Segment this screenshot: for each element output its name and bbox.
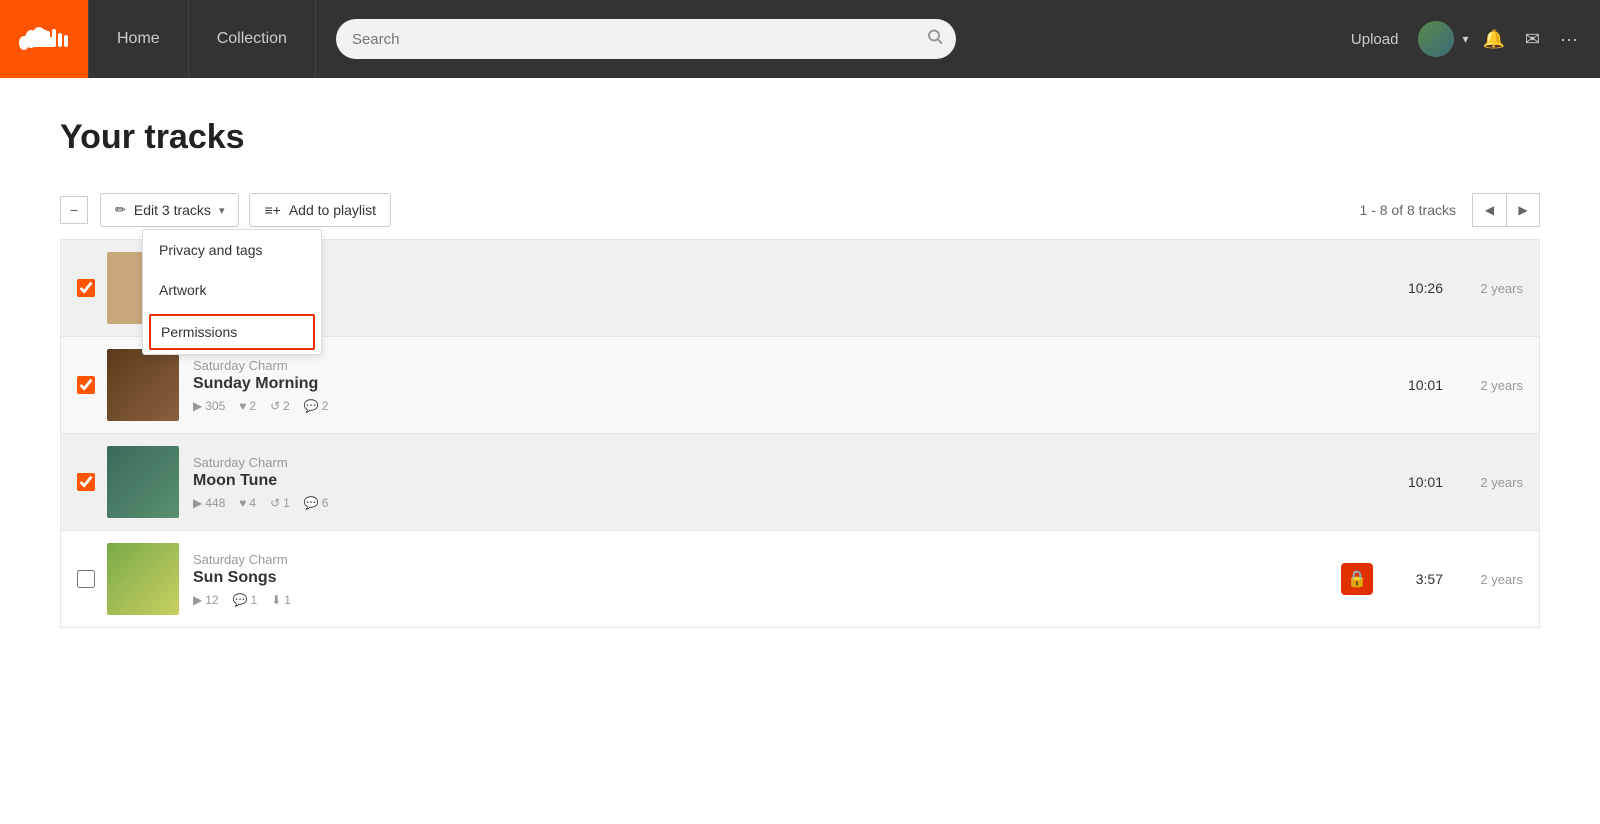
table-row: Saturday Charm Sun Songs ▶ 12 💬 1 ⬇ 1 — [61, 531, 1539, 627]
more-options-icon[interactable]: ··· — [1554, 29, 1584, 50]
track-stats-4: ▶ 12 💬 1 ⬇ 1 — [193, 593, 1341, 607]
track-checkbox-3[interactable] — [77, 473, 95, 491]
avatar-image — [1418, 21, 1454, 57]
stat-plays-2: ▶ 305 — [193, 399, 225, 413]
stat-plays-3: ▶ 448 — [193, 496, 225, 510]
edit-tracks-label: Edit 3 tracks — [134, 202, 211, 218]
track-age-3: 2 years — [1463, 475, 1523, 490]
track-artist-3: Saturday Charm — [193, 455, 1393, 470]
collapse-button[interactable]: − — [60, 196, 88, 224]
page-title: Your tracks — [60, 118, 1540, 157]
heart-icon: ♥ — [239, 399, 246, 413]
main-content: Your tracks − ✏ Edit 3 tracks ▾ Privacy … — [0, 78, 1600, 668]
track-info-4: Saturday Charm Sun Songs ▶ 12 💬 1 ⬇ 1 — [193, 552, 1341, 607]
edit-tracks-button[interactable]: ✏ Edit 3 tracks ▾ — [100, 193, 239, 227]
track-duration-1: 10:26 — [1393, 280, 1443, 296]
track-title-2: Sunday Morning — [193, 375, 1393, 393]
add-playlist-icon: ≡+ — [264, 202, 280, 218]
track-artist-1: Saturday Charm — [193, 271, 1393, 286]
add-to-playlist-button[interactable]: ≡+ Add to playlist — [249, 193, 391, 227]
track-age-1: 2 years — [1463, 281, 1523, 296]
comment-icon: 💬 — [233, 593, 248, 607]
play-icon: ▶ — [193, 399, 202, 413]
stat-likes-2: ♥ 2 — [239, 399, 256, 413]
next-page-button[interactable]: ▶ — [1506, 193, 1540, 227]
search-area — [336, 19, 1319, 59]
stat-comments-4: 💬 1 — [233, 593, 258, 607]
edit-tracks-dropdown: Privacy and tags Artwork Permissions — [142, 229, 322, 355]
track-age-4: 2 years — [1463, 572, 1523, 587]
pencil-icon: ✏ — [115, 202, 126, 218]
nav-home[interactable]: Home — [88, 0, 189, 78]
stat-reposts-2: ↺ 2 — [270, 399, 290, 413]
track-count-info: 1 - 8 of 8 tracks — [1360, 202, 1456, 218]
nav-collection[interactable]: Collection — [189, 0, 316, 78]
track-artist-4: Saturday Charm — [193, 552, 1341, 567]
track-duration-4: 3:57 — [1393, 571, 1443, 587]
comment-icon: 💬 — [304, 496, 319, 510]
edit-tracks-chevron-icon: ▾ — [219, 204, 225, 217]
header: Home Collection Upload ▾ 🔔 ✉ ··· — [0, 0, 1600, 78]
track-checkbox-4[interactable] — [77, 570, 95, 588]
track-title-3: Moon Tune — [193, 472, 1393, 490]
track-stats-2: ▶ 305 ♥ 2 ↺ 2 💬 2 — [193, 399, 1393, 413]
search-input[interactable] — [336, 19, 956, 59]
track-checkbox-2[interactable] — [77, 376, 95, 394]
repost-icon: ↺ — [270, 496, 280, 510]
play-icon: ▶ — [193, 593, 202, 607]
stat-comments-2: 💬 2 — [304, 399, 329, 413]
add-to-playlist-label: Add to playlist — [289, 202, 376, 218]
stat-comments-3: 💬 6 — [304, 496, 329, 510]
track-stats-3: ▶ 448 ♥ 4 ↺ 1 💬 6 — [193, 496, 1393, 510]
avatar-chevron-icon[interactable]: ▾ — [1462, 32, 1468, 46]
search-button[interactable] — [926, 28, 944, 51]
soundcloud-logo-icon — [18, 25, 70, 53]
track-age-2: 2 years — [1463, 378, 1523, 393]
stat-likes-3: ♥ 4 — [239, 496, 256, 510]
heart-icon: ♥ — [239, 496, 246, 510]
stat-reposts-3: ↺ 1 — [270, 496, 290, 510]
track-thumbnail-3 — [107, 446, 179, 518]
comment-icon: 💬 — [304, 399, 319, 413]
stat-downloads-4: ⬇ 1 — [271, 593, 291, 607]
prev-page-button[interactable]: ◀ — [1472, 193, 1506, 227]
toolbar: − ✏ Edit 3 tracks ▾ Privacy and tags Art… — [60, 193, 1540, 227]
track-info-3: Saturday Charm Moon Tune ▶ 448 ♥ 4 ↺ 1 — [193, 455, 1393, 510]
notification-bell-icon[interactable]: 🔔 — [1477, 29, 1511, 50]
track-duration-2: 10:01 — [1393, 377, 1443, 393]
track-artist-2: Saturday Charm — [193, 358, 1393, 373]
table-row: Saturday Charm Moon Tune ▶ 448 ♥ 4 ↺ 1 — [61, 434, 1539, 531]
track-stats-1: ↺ 1 💬 5 — [193, 292, 1393, 306]
track-thumbnail-4 — [107, 543, 179, 615]
dropdown-item-artwork[interactable]: Artwork — [143, 270, 321, 310]
track-title-4: Sun Songs — [193, 569, 1341, 587]
mail-icon[interactable]: ✉ — [1519, 29, 1546, 50]
logo[interactable] — [0, 0, 88, 78]
repost-icon: ↺ — [270, 399, 280, 413]
download-icon: ⬇ — [271, 593, 281, 607]
dropdown-item-privacy-tags[interactable]: Privacy and tags — [143, 230, 321, 270]
track-info-2: Saturday Charm Sunday Morning ▶ 305 ♥ 2 … — [193, 358, 1393, 413]
search-icon — [926, 28, 944, 46]
track-duration-3: 10:01 — [1393, 474, 1443, 490]
avatar[interactable] — [1418, 21, 1454, 57]
header-right: Upload ▾ 🔔 ✉ ··· — [1339, 21, 1600, 57]
lock-icon: 🔒 — [1347, 569, 1367, 589]
main-nav: Home Collection — [88, 0, 316, 78]
lock-badge: 🔒 — [1341, 563, 1373, 595]
track-thumbnail-2 — [107, 349, 179, 421]
track-info-1: Saturday Charm ↺ 1 💬 5 — [193, 271, 1393, 306]
stat-plays-4: ▶ 12 — [193, 593, 219, 607]
play-icon: ▶ — [193, 496, 202, 510]
upload-button[interactable]: Upload — [1339, 31, 1411, 48]
track-checkbox-1[interactable] — [77, 279, 95, 297]
dropdown-item-permissions[interactable]: Permissions — [149, 314, 315, 350]
pagination-controls: ◀ ▶ — [1472, 193, 1540, 227]
